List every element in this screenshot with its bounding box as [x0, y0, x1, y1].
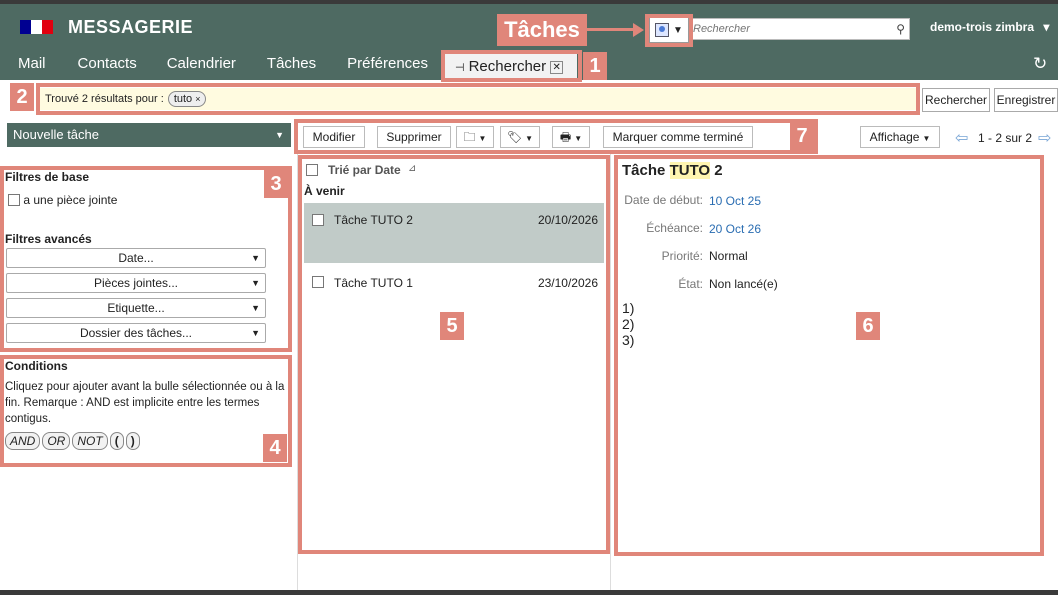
annotation-number-7: 7	[790, 122, 814, 150]
main-nav: Mail Contacts Calendrier Tâches Préféren…	[0, 52, 428, 80]
tab-contacts[interactable]: Contacts	[78, 52, 137, 80]
tab-calendrier[interactable]: Calendrier	[167, 52, 236, 80]
annotation-number-4: 4	[263, 434, 287, 462]
view-button-label: Affichage	[869, 130, 920, 144]
refresh-icon[interactable]: ↻	[1033, 54, 1047, 74]
tab-mail[interactable]: Mail	[18, 52, 46, 80]
annotation-box-6	[614, 155, 1044, 556]
annotation-number-5: 5	[440, 312, 464, 340]
annotation-arrow	[587, 28, 635, 31]
user-menu[interactable]: demo-trois zimbra ▾	[930, 20, 1049, 34]
user-name: demo-trois zimbra	[930, 20, 1035, 34]
chevron-down-icon: ▾	[1043, 20, 1050, 34]
annotation-number-1: 1	[583, 52, 607, 80]
chevron-down-icon: ▼	[922, 134, 931, 143]
previous-page-icon[interactable]: ⇦	[955, 128, 968, 148]
annotation-number-2: 2	[10, 83, 34, 111]
view-button[interactable]: Affichage ▼	[860, 126, 940, 148]
annotation-number-6: 6	[856, 312, 880, 340]
annotation-box-3	[0, 166, 292, 352]
annotation-taches-label: Tâches	[497, 14, 587, 46]
annotation-box-scope	[645, 14, 693, 47]
annotation-box-5	[298, 155, 610, 554]
search-box: ⚲	[690, 18, 910, 40]
new-task-button[interactable]: Nouvelle tâche ▼	[7, 123, 291, 147]
search-button[interactable]: Rechercher	[922, 88, 990, 112]
next-page-icon[interactable]: ⇨	[1038, 128, 1051, 148]
annotation-number-3: 3	[264, 170, 288, 198]
chevron-down-icon[interactable]: ▼	[275, 123, 284, 147]
annotation-box-1	[441, 50, 582, 82]
annotation-box-2	[36, 83, 920, 115]
new-task-label: Nouvelle tâche	[13, 127, 99, 142]
search-input[interactable]	[691, 19, 881, 39]
tab-taches[interactable]: Tâches	[267, 52, 316, 80]
save-search-button[interactable]: Enregistrer	[994, 88, 1058, 112]
app-window: MESSAGERIE ▼ ⚲ demo-trois zimbra ▾ Mail …	[0, 4, 1058, 590]
search-icon[interactable]: ⚲	[896, 22, 905, 36]
annotation-box-7-left	[294, 119, 818, 154]
list-panel-divider[interactable]	[610, 154, 611, 590]
pagination-text: 1 - 2 sur 2	[978, 131, 1033, 145]
marianne-logo	[20, 20, 54, 34]
app-title: MESSAGERIE	[68, 17, 194, 37]
tab-preferences[interactable]: Préférences	[347, 52, 428, 80]
annotation-arrow-head	[633, 23, 644, 37]
annotation-box-4	[0, 355, 292, 467]
